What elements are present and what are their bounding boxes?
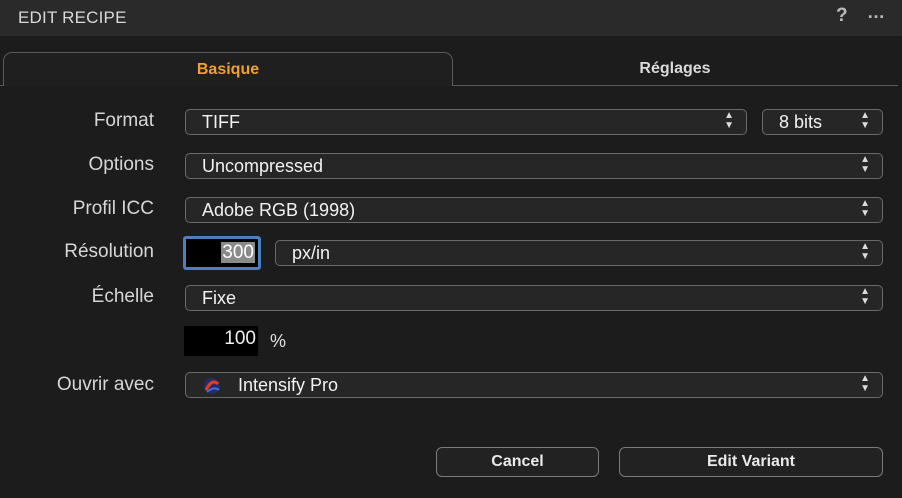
open-with-label: Ouvrir avec — [56, 374, 154, 395]
icc-label: Profil ICC — [72, 198, 154, 219]
format-label: Format — [93, 110, 154, 131]
more-options-icon[interactable]: … — [867, 2, 886, 23]
options-value: Uncompressed — [202, 156, 324, 176]
resolution-label: Résolution — [64, 241, 154, 262]
resolution-value: 300 — [221, 242, 255, 263]
stepper-arrows-icon: ▲ ▼ — [860, 286, 870, 307]
tab-reglages[interactable]: Réglages — [452, 52, 898, 86]
resolution-unit: px/in — [292, 243, 331, 263]
intensify-app-icon — [204, 378, 220, 394]
tab-basique[interactable]: Basique — [3, 52, 453, 86]
options-label: Options — [88, 154, 154, 175]
resolution-unit-select[interactable]: px/in ▲ ▼ — [275, 240, 883, 266]
format-select[interactable]: TIFF ▲ ▼ — [185, 109, 747, 135]
scale-amount-input[interactable]: 100 — [184, 326, 258, 356]
stepper-arrows-icon: ▲ ▼ — [860, 110, 870, 131]
scale-select[interactable]: Fixe ▲ ▼ — [185, 285, 883, 311]
scale-unit: % — [270, 331, 287, 351]
resolution-input[interactable]: 300 — [183, 236, 261, 270]
recipe-panel — [0, 36, 902, 498]
title-bar: EDIT RECIPE ? … — [0, 0, 902, 37]
bitdepth-select[interactable]: 8 bits ▲ ▼ — [762, 109, 883, 135]
cancel-button[interactable]: Cancel — [436, 447, 599, 477]
stepper-arrows-icon: ▲ ▼ — [724, 110, 734, 131]
format-value: TIFF — [202, 112, 240, 132]
stepper-arrows-icon: ▲ ▼ — [860, 241, 870, 262]
open-with-select[interactable]: Intensify Pro ▲ ▼ — [185, 372, 883, 398]
icc-profile-select[interactable]: Adobe RGB (1998) ▲ ▼ — [185, 197, 883, 223]
stepper-arrows-icon: ▲ ▼ — [860, 373, 870, 394]
scale-label: Échelle — [91, 286, 154, 307]
icc-value: Adobe RGB (1998) — [202, 200, 356, 220]
window-title: EDIT RECIPE — [18, 8, 127, 27]
stepper-arrows-icon: ▲ ▼ — [860, 198, 870, 219]
edit-variant-button[interactable]: Edit Variant — [619, 447, 883, 477]
bitdepth-value: 8 bits — [779, 112, 823, 132]
help-icon[interactable]: ? — [836, 5, 848, 27]
scale-value: Fixe — [202, 288, 237, 308]
options-select[interactable]: Uncompressed ▲ ▼ — [185, 153, 883, 179]
open-with-value: Intensify Pro — [238, 375, 339, 395]
stepper-arrows-icon: ▲ ▼ — [860, 154, 870, 175]
